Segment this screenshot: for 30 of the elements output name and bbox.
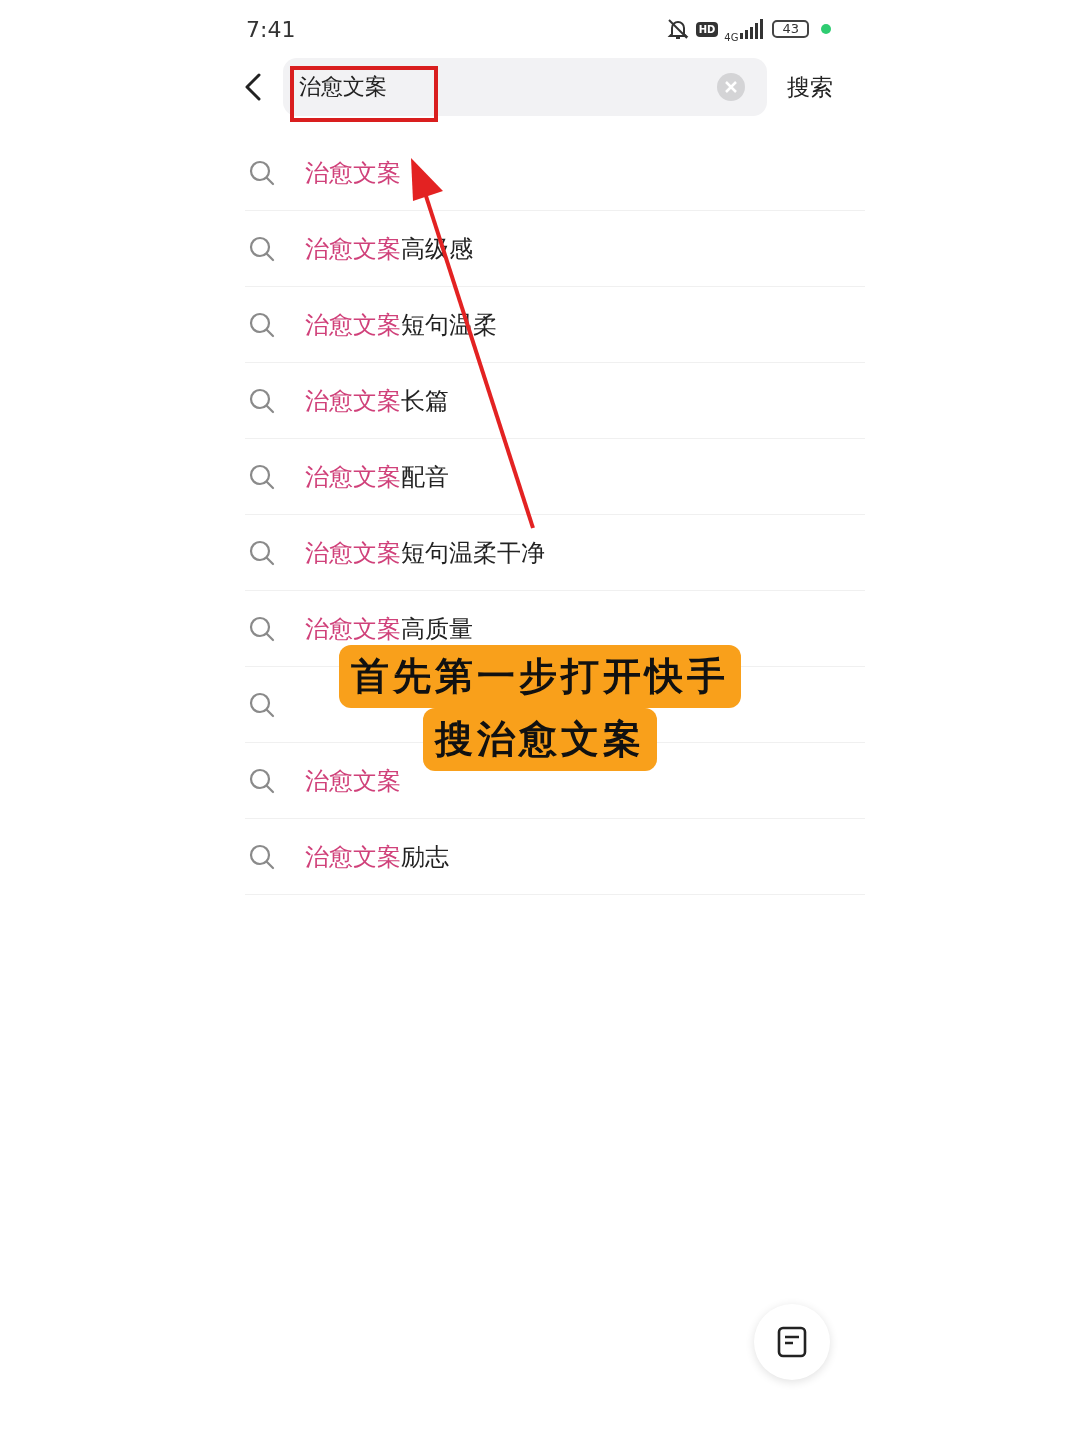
search-icon (249, 843, 275, 870)
search-field[interactable]: 治愈文案 (283, 58, 767, 116)
notes-button[interactable] (754, 1304, 830, 1380)
search-icon (249, 767, 275, 794)
search-icon (249, 539, 275, 566)
search-icon (249, 463, 275, 490)
suggestion-text[interactable]: 治愈文案配音 (305, 460, 449, 493)
search-button[interactable]: 搜索 (787, 71, 833, 103)
suggestion-text[interactable]: 治愈文案长篇 (305, 384, 449, 417)
suggestion-text[interactable]: 治愈文案短句温柔干净 (305, 536, 545, 569)
search-icon (249, 311, 275, 338)
suggestion-text[interactable]: 治愈文案 (305, 764, 401, 797)
suggestion-text[interactable]: 治愈文案高质量 (305, 612, 473, 645)
search-icon (249, 235, 275, 262)
network-label: 4G (724, 31, 739, 43)
status-dot-icon (821, 24, 831, 34)
caption-toast: 首先第一步打开快手 (339, 645, 741, 708)
muted-bell-icon (665, 17, 690, 41)
search-icon (249, 691, 275, 718)
search-icon (249, 387, 275, 414)
hd-badge: HD (695, 21, 719, 37)
search-icon (249, 615, 275, 642)
search-icon (249, 159, 275, 186)
suggestion-text[interactable]: 治愈文案励志 (305, 840, 449, 873)
suggestion-text[interactable]: 治愈文案 (305, 156, 401, 189)
battery-level: 43 (772, 20, 809, 38)
note-icon (777, 1326, 807, 1358)
back-icon[interactable] (243, 72, 263, 102)
status-time: 7:41 (246, 16, 296, 42)
caption-toast: 搜治愈文案 (423, 708, 657, 771)
